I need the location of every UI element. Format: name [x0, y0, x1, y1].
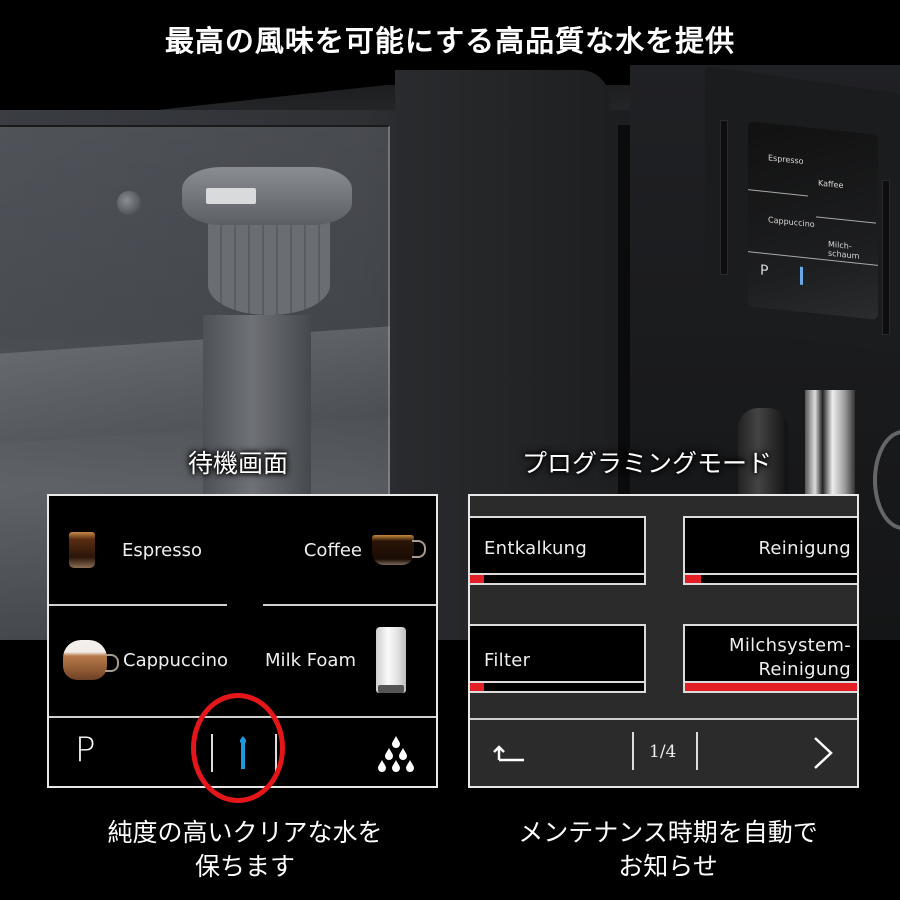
product-label: Milk Foam — [265, 649, 356, 671]
programming-bottom-bar: 1/4 — [470, 718, 857, 786]
progress-bar — [685, 573, 857, 583]
side-buttons-left — [720, 120, 728, 275]
machine-display-item: Cappuccino — [768, 215, 815, 230]
headline: 最高の風味を可能にする高品質な水を提供 — [164, 24, 736, 58]
progress-fill — [470, 683, 484, 691]
espresso-cup-icon — [69, 532, 95, 568]
machine-display-item: Milch- schaum — [828, 239, 860, 261]
coffee-cup-icon — [372, 535, 426, 565]
back-arrow-icon[interactable] — [492, 744, 524, 762]
progress-fill — [685, 575, 701, 583]
programming-button[interactable]: P — [75, 730, 96, 770]
maintenance-tile-milk-system-cleaning[interactable]: Milchsystem- Reinigung — [683, 624, 857, 693]
cappuccino-cup-icon — [63, 640, 119, 680]
tile-label: Filter — [484, 650, 531, 671]
programming-caption: メンテナンス時期を自動で お知らせ — [458, 816, 878, 884]
machine-display: Espresso Kaffee Cappuccino Milch- schaum… — [748, 121, 878, 320]
product-cappuccino[interactable]: Cappuccino — [63, 630, 228, 690]
maintenance-tile-cleaning[interactable]: Reinigung — [683, 516, 857, 585]
product-label: Cappuccino — [123, 649, 229, 671]
tile-label: Reinigung — [758, 538, 851, 559]
product-label: Espresso — [122, 539, 203, 561]
maintenance-tile-filter[interactable]: Filter — [470, 624, 646, 693]
caption-line: 保ちます — [194, 852, 295, 881]
programming-mode-label: プログラミングモード — [522, 449, 773, 478]
machine-display-item: Kaffee — [818, 178, 844, 191]
chevron-right-icon[interactable] — [812, 736, 834, 770]
caption-line: メンテナンス時期を自動で — [518, 818, 818, 847]
separator — [696, 732, 698, 770]
water-drops-icon[interactable] — [376, 734, 416, 772]
standby-caption: 純度の高いクリアな水を 保ちます — [35, 816, 455, 884]
machine-display-p: P — [760, 262, 769, 280]
progress-fill — [685, 683, 857, 691]
machine-display-divider — [748, 189, 808, 197]
product-espresso[interactable]: Espresso — [69, 520, 202, 580]
product-coffee[interactable]: Coffee — [303, 520, 426, 580]
separator — [632, 732, 634, 770]
milk-foam-glass-icon — [376, 627, 406, 693]
machine-display-filter-icon — [800, 266, 803, 285]
maintenance-tile-descaling[interactable]: Entkalkung — [470, 516, 646, 585]
standby-screen-label: 待機画面 — [188, 449, 289, 478]
programming-mode-screen: Entkalkung Reinigung Filter Milchsystem-… — [468, 494, 859, 788]
progress-fill — [470, 575, 484, 583]
side-buttons-right — [882, 180, 890, 335]
page-indicator: 1/4 — [649, 742, 677, 762]
tile-label: Milchsystem- Reinigung — [728, 635, 851, 680]
product-label: Coffee — [303, 539, 362, 561]
caption-line: お知らせ — [618, 852, 718, 881]
machine-display-divider — [816, 216, 876, 224]
caption-line: 純度の高いクリアな水を — [107, 818, 383, 847]
filter-highlight-circle — [191, 693, 285, 803]
progress-bar — [470, 573, 644, 583]
progress-bar — [685, 681, 857, 691]
tile-label: Entkalkung — [484, 538, 588, 559]
filter-cartridge-clip — [206, 188, 256, 204]
progress-bar — [470, 681, 644, 691]
product-milk-foam[interactable]: Milk Foam — [265, 626, 406, 694]
tank-knob — [117, 191, 141, 215]
machine-display-item: Espresso — [768, 153, 804, 167]
